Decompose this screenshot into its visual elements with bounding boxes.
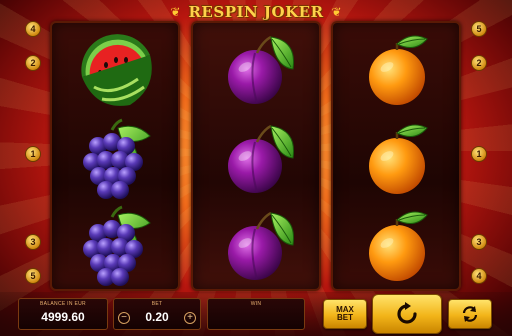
balance-panel: BALANCE IN EUR 4999.60 (18, 298, 108, 330)
spin-button[interactable] (372, 294, 442, 334)
grapes-icon (81, 118, 152, 201)
bet-decrease-button[interactable]: − (118, 312, 130, 324)
payline-left-marker[interactable]: 1 (25, 146, 41, 162)
reel-2 (191, 21, 321, 291)
plum-icon (226, 211, 295, 282)
reel-3 (331, 21, 461, 291)
win-panel: WIN (207, 298, 305, 330)
orange-icon (367, 210, 429, 283)
watermelon-icon (79, 32, 154, 108)
title-flourish-left-icon: ❦ (170, 5, 181, 19)
plum-icon (226, 124, 295, 195)
payline-right-marker[interactable]: 1 (471, 146, 487, 162)
payline-left-marker[interactable]: 4 (25, 21, 41, 37)
balance-value: 4999.60 (41, 310, 85, 324)
balance-label: BALANCE IN EUR (40, 301, 86, 307)
payline-left-marker[interactable]: 2 (25, 55, 41, 71)
grapes-icon (81, 205, 152, 288)
max-bet-label-line2: BET (337, 313, 353, 322)
plum-icon (226, 35, 295, 106)
payline-right-marker[interactable]: 2 (471, 55, 487, 71)
payline-right-marker[interactable]: 5 (471, 21, 487, 37)
spin-arrow-icon (397, 302, 417, 324)
autoplay-icon (462, 306, 478, 322)
bet-panel: BET 0.20 − + (113, 298, 201, 330)
autoplay-button[interactable] (448, 299, 492, 329)
win-label: WIN (250, 301, 262, 307)
payline-right-marker[interactable]: 4 (471, 268, 487, 284)
payline-left-marker[interactable]: 5 (25, 268, 41, 284)
bet-label: BET (151, 301, 163, 307)
game-title-text: RESPIN JOKER (188, 3, 324, 21)
payline-left-marker[interactable]: 3 (25, 234, 41, 250)
orange-icon (367, 34, 429, 107)
game-title: ❦ RESPIN JOKER ❦ (0, 2, 512, 22)
reel-1 (50, 21, 180, 291)
payline-right-marker[interactable]: 3 (471, 234, 487, 250)
orange-icon (367, 123, 429, 196)
bet-increase-button[interactable]: + (184, 312, 196, 324)
title-flourish-right-icon: ❦ (331, 5, 342, 19)
max-bet-button[interactable]: MAX BET (323, 299, 367, 329)
